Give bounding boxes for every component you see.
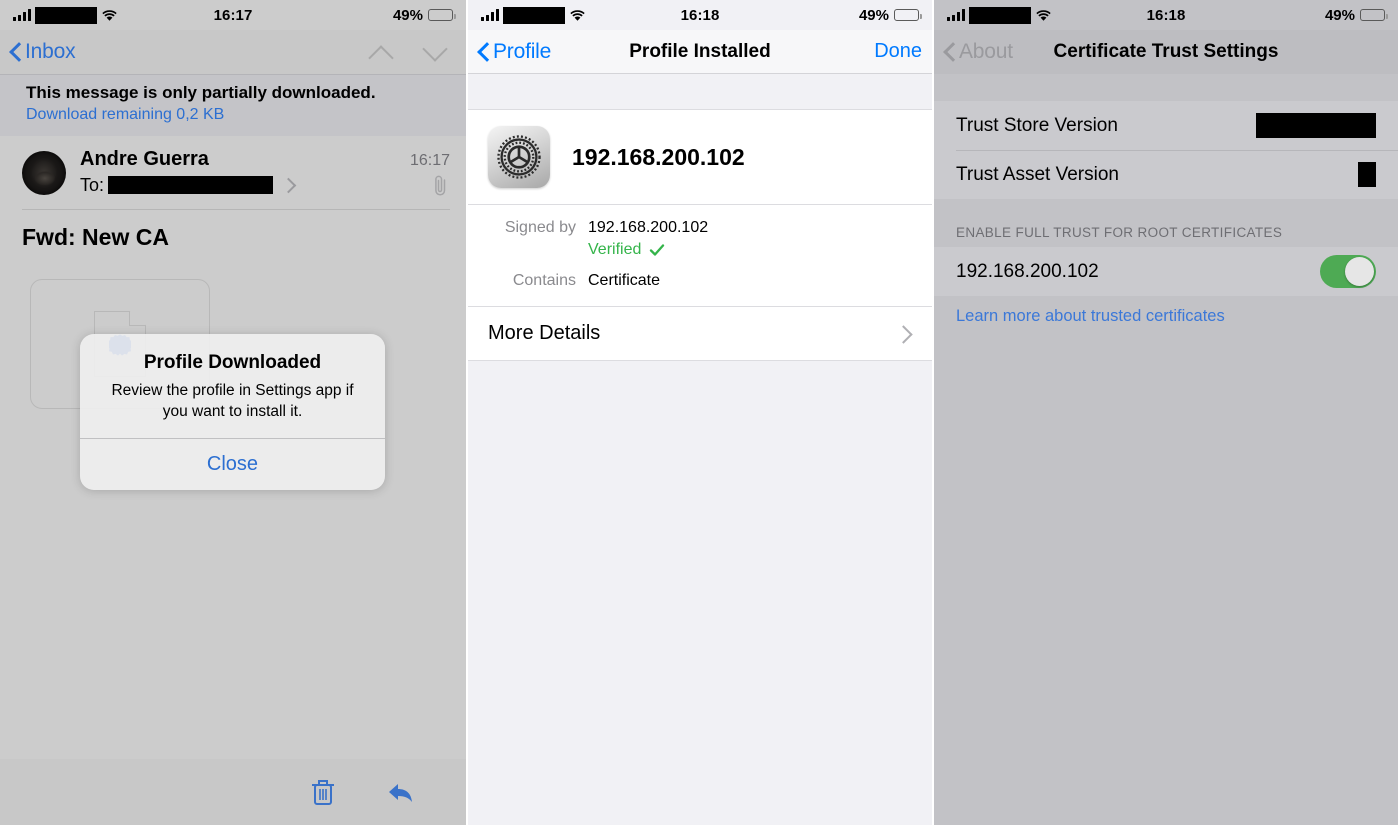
reply-icon[interactable] (384, 775, 418, 809)
attachment-clip-icon (430, 174, 450, 196)
alert-title: Profile Downloaded (143, 352, 322, 373)
checkmark-icon (649, 242, 665, 258)
contains-row: Contains Certificate (468, 270, 932, 292)
profile-name: 192.168.200.102 (572, 143, 745, 170)
battery-icon (894, 9, 922, 21)
chevron-left-icon (944, 42, 956, 62)
verified-label: Verified (588, 241, 642, 258)
trash-icon[interactable] (306, 775, 340, 809)
trust-store-version-redaction (1256, 113, 1376, 138)
certificate-name-label: 192.168.200.102 (956, 260, 1099, 282)
mail-nav-bar: Inbox (0, 30, 466, 74)
close-button[interactable]: Close (80, 439, 385, 490)
recipient-redaction (108, 176, 274, 194)
status-bar-mail: 16:17 49% (0, 0, 466, 30)
contains-label: Contains (512, 272, 576, 289)
mail-toolbar (0, 759, 466, 825)
back-to-profile-button[interactable]: Profile (478, 40, 551, 64)
more-details-label: More Details (488, 322, 601, 344)
sender-row: Andre Guerra 16:17 (80, 148, 450, 171)
avatar (22, 151, 66, 195)
table-row[interactable]: 192.168.200.102 (934, 247, 1398, 296)
message-header-body: Andre Guerra 16:17 To: (80, 148, 450, 196)
profile-card: 192.168.200.102 Signed by 192.168.200.10… (468, 110, 932, 361)
verified-row: Verified (468, 239, 932, 261)
back-label: Profile (493, 39, 552, 63)
partial-download-banner: This message is only partially downloade… (0, 74, 466, 136)
chevron-right-icon (900, 324, 912, 344)
table-row[interactable]: Trust Store Version (934, 101, 1398, 150)
toggle-knob (1345, 257, 1374, 286)
contains-value: Certificate (588, 272, 661, 289)
status-bar-profile: 16:18 49% (468, 0, 932, 30)
verified-status: Verified (588, 241, 665, 259)
content-top-spacer (934, 74, 1398, 101)
status-clock: 16:17 (213, 6, 253, 24)
back-to-inbox-button[interactable]: Inbox (10, 40, 76, 64)
screenshot-root: 16:17 49% Inbox This message is only par… (0, 0, 1400, 825)
content-top-spacer (468, 74, 932, 110)
more-details-row[interactable]: More Details (468, 307, 932, 361)
back-label: Inbox (25, 40, 76, 63)
sender-name: Andre Guerra (80, 148, 209, 170)
done-button[interactable]: Done (874, 40, 922, 63)
profile-nav-bar: Profile Profile Installed Done (468, 30, 932, 74)
to-label: To: (80, 174, 105, 195)
certificate-trust-toggle[interactable] (1320, 255, 1376, 288)
message-header: Andre Guerra 16:17 To: (0, 136, 466, 196)
chevron-up-icon[interactable] (368, 39, 394, 65)
panel-profile-installed: 16:18 49% Profile Profile Installed Done (466, 0, 934, 825)
trust-nav-bar: About Certificate Trust Settings (934, 30, 1398, 74)
profile-downloaded-alert: Profile Downloaded Review the profile in… (80, 334, 385, 491)
signed-by-row: Signed by 192.168.200.102 (468, 217, 932, 239)
message-nav-arrows (368, 39, 456, 65)
chevron-left-icon (478, 42, 490, 62)
status-clock: 16:18 (1146, 6, 1186, 24)
trust-asset-version-label: Trust Asset Version (956, 163, 1119, 185)
trust-asset-version-redaction (1358, 162, 1376, 187)
signed-by-label: Signed by (504, 219, 576, 236)
table-row[interactable]: Trust Asset Version (934, 150, 1398, 199)
download-remaining-link[interactable]: Download remaining 0,2 KB (0, 106, 466, 124)
battery-icon (1360, 9, 1388, 21)
profile-fields: Signed by 192.168.200.102 Verified Conta… (468, 205, 932, 307)
profile-identity-row: 192.168.200.102 (468, 110, 932, 205)
back-to-about-button[interactable]: About (944, 40, 1013, 64)
settings-gear-icon (488, 126, 550, 188)
status-clock: 16:18 (680, 6, 720, 24)
chevron-left-icon (10, 42, 22, 62)
root-certificates-list: 192.168.200.102 (934, 247, 1398, 296)
alert-message: Review the profile in Settings app if yo… (111, 382, 354, 420)
panel-mail: 16:17 49% Inbox This message is only par… (0, 0, 466, 825)
alert-body: Profile Downloaded Review the profile in… (80, 334, 385, 438)
battery-icon (428, 9, 456, 21)
banner-title: This message is only partially downloade… (26, 83, 376, 102)
panel-certificate-trust-settings: 16:18 49% About Certificate Trust Settin… (934, 0, 1398, 825)
status-bar-trust: 16:18 49% (934, 0, 1398, 30)
recipient-row[interactable]: To: (80, 174, 450, 196)
learn-more-link[interactable]: Learn more about trusted certificates (934, 296, 1398, 326)
verified-spacer (488, 241, 576, 259)
chevron-down-icon[interactable] (422, 39, 448, 65)
back-label: About (959, 40, 1013, 63)
section-header: ENABLE FULL TRUST FOR ROOT CERTIFICATES (934, 199, 1398, 247)
message-time: 16:17 (409, 152, 450, 169)
trust-version-list: Trust Store Version Trust Asset Version (934, 101, 1398, 199)
alert-buttons: Close (80, 438, 385, 490)
trust-store-version-label: Trust Store Version (956, 114, 1118, 136)
signed-by-value: 192.168.200.102 (588, 219, 709, 236)
chevron-right-icon[interactable] (283, 177, 293, 193)
message-subject: Fwd: New CA (22, 224, 169, 250)
